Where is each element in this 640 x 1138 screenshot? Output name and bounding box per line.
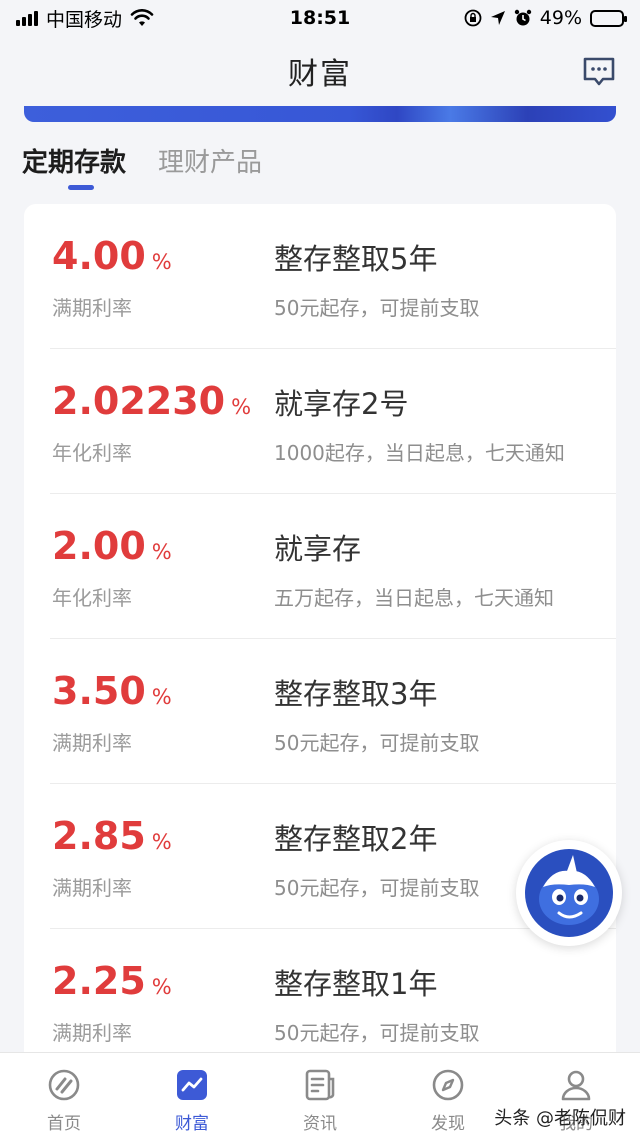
product-tabs: 定期存款 理财产品 <box>22 140 262 196</box>
status-right: 49% <box>464 7 627 29</box>
assistant-mascot-button[interactable] <box>516 840 622 946</box>
rate-unit: % <box>231 395 252 419</box>
rate-value: 2.00 <box>52 524 146 568</box>
rate-unit: % <box>151 250 172 274</box>
status-left: 中国移动 <box>16 5 154 32</box>
interest-rate: 2.02230% <box>52 379 251 423</box>
rate-unit: % <box>151 540 172 564</box>
carrier-name: 中国移动 <box>46 8 123 31</box>
product-description: 五万起存，当日起息，七天通知 <box>274 586 554 610</box>
profile-icon <box>561 1070 591 1101</box>
rate-value: 2.02230 <box>52 379 226 423</box>
tab-wealth[interactable]: 财富 <box>128 1053 256 1138</box>
rate-label: 满期利率 <box>52 876 132 900</box>
home-icon <box>48 1069 80 1101</box>
cellular-signal-icon <box>16 10 38 26</box>
alarm-icon <box>514 9 531 26</box>
product-description: 50元起存，可提前支取 <box>274 876 480 900</box>
tab-discover[interactable]: 发现 <box>384 1053 512 1138</box>
battery-percent: 49% <box>539 7 582 29</box>
product-name: 整存整取2年 <box>274 822 438 856</box>
rate-value: 3.50 <box>52 669 146 713</box>
rate-unit: % <box>151 685 172 709</box>
rate-label: 满期利率 <box>52 731 132 755</box>
rate-label: 满期利率 <box>52 296 132 320</box>
product-description: 50元起存，可提前支取 <box>274 731 480 755</box>
rotation-lock-icon <box>464 9 482 27</box>
wifi-icon <box>130 9 154 26</box>
tab-fixed-deposit[interactable]: 定期存款 <box>22 140 126 190</box>
tab-label: 资讯 <box>303 1114 337 1134</box>
interest-rate: 4.00% <box>52 234 172 278</box>
compass-icon <box>432 1069 464 1101</box>
rate-unit: % <box>151 830 172 854</box>
product-name: 就享存2号 <box>274 387 409 421</box>
battery-icon <box>590 9 627 27</box>
location-arrow-icon <box>490 11 505 25</box>
active-tab-indicator <box>68 185 94 190</box>
news-icon <box>305 1069 335 1101</box>
product-name: 整存整取1年 <box>274 967 438 1001</box>
rate-value: 2.85 <box>52 814 146 858</box>
interest-rate: 2.00% <box>52 524 172 568</box>
tab-wealth-products[interactable]: 理财产品 <box>158 140 262 190</box>
tab-label: 财富 <box>175 1114 209 1134</box>
rate-label: 年化利率 <box>52 441 132 465</box>
navigation-bar: 财富 <box>0 36 640 106</box>
list-item[interactable]: 4.00% 满期利率 整存整取5年 50元起存，可提前支取 <box>50 204 616 349</box>
interest-rate: 2.25% <box>52 959 172 1003</box>
unicorn-mascot-icon <box>525 849 613 937</box>
tab-home[interactable]: 首页 <box>0 1053 128 1138</box>
rate-label: 满期利率 <box>52 1021 132 1045</box>
rate-unit: % <box>151 975 172 999</box>
product-description: 50元起存，可提前支取 <box>274 296 480 320</box>
rate-value: 2.25 <box>52 959 146 1003</box>
list-item[interactable]: 3.50% 满期利率 整存整取3年 50元起存，可提前支取 <box>50 639 616 784</box>
product-list: 4.00% 满期利率 整存整取5年 50元起存，可提前支取 2.02230% 年… <box>24 204 616 1074</box>
product-name: 整存整取3年 <box>274 677 438 711</box>
rate-label: 年化利率 <box>52 586 132 610</box>
tab-label: 首页 <box>47 1114 81 1134</box>
watermark: 头条 @老陈侃财 <box>494 1108 626 1129</box>
product-description: 50元起存，可提前支取 <box>274 1021 480 1045</box>
tab-label: 发现 <box>431 1114 465 1134</box>
page-title: 财富 <box>288 57 352 92</box>
tab-news[interactable]: 资讯 <box>256 1053 384 1138</box>
status-bar: 中国移动 18:51 49% <box>0 0 640 36</box>
list-item[interactable]: 2.00% 年化利率 就享存 五万起存，当日起息，七天通知 <box>50 494 616 639</box>
interest-rate: 2.85% <box>52 814 172 858</box>
list-item[interactable]: 2.02230% 年化利率 就享存2号 1000起存，当日起息，七天通知 <box>50 349 616 494</box>
product-description: 1000起存，当日起息，七天通知 <box>274 441 565 465</box>
wealth-chart-icon <box>177 1070 207 1100</box>
interest-rate: 3.50% <box>52 669 172 713</box>
product-name: 就享存 <box>274 532 362 566</box>
product-name: 整存整取5年 <box>274 242 438 276</box>
message-icon[interactable] <box>582 56 616 88</box>
rate-value: 4.00 <box>52 234 146 278</box>
promo-banner[interactable] <box>24 106 616 122</box>
